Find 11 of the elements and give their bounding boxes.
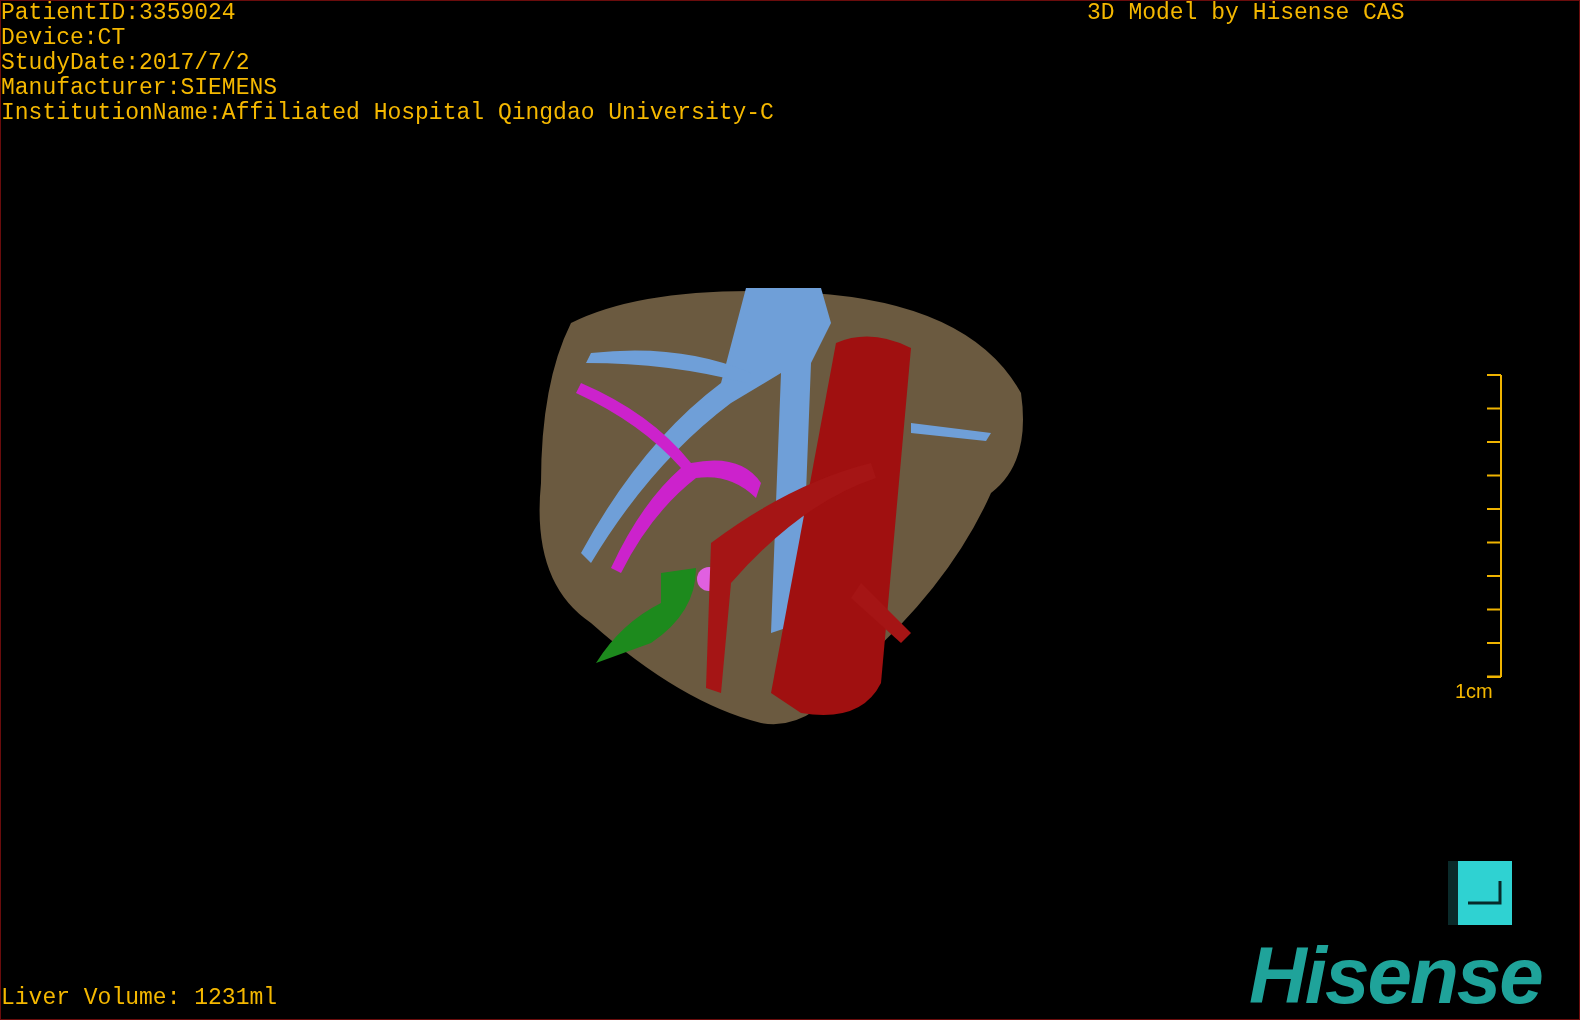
viewer-title: 3D Model by Hisense CAS: [1087, 1, 1405, 26]
patient-info-text: InstitutionName:Affiliated Hospital Qingdao University-C: [1, 101, 774, 126]
corner-button[interactable]: [1448, 861, 1512, 925]
hisense-logo: Hisense: [1249, 936, 1542, 1016]
patient-info-text: PatientID:3359024: [1, 1, 237, 26]
patient-info-text: StudyDate:2017/7/2: [1, 51, 251, 76]
patient-info-text: Manufacturer:SIEMENS: [1, 76, 279, 101]
scale-label: 1cm: [1455, 680, 1493, 702]
liver-volume-text: Liver Volume: 1231ml: [1, 986, 278, 1011]
corner-icon: [1468, 881, 1502, 905]
patient-info-text: Device:CT: [1, 26, 127, 51]
